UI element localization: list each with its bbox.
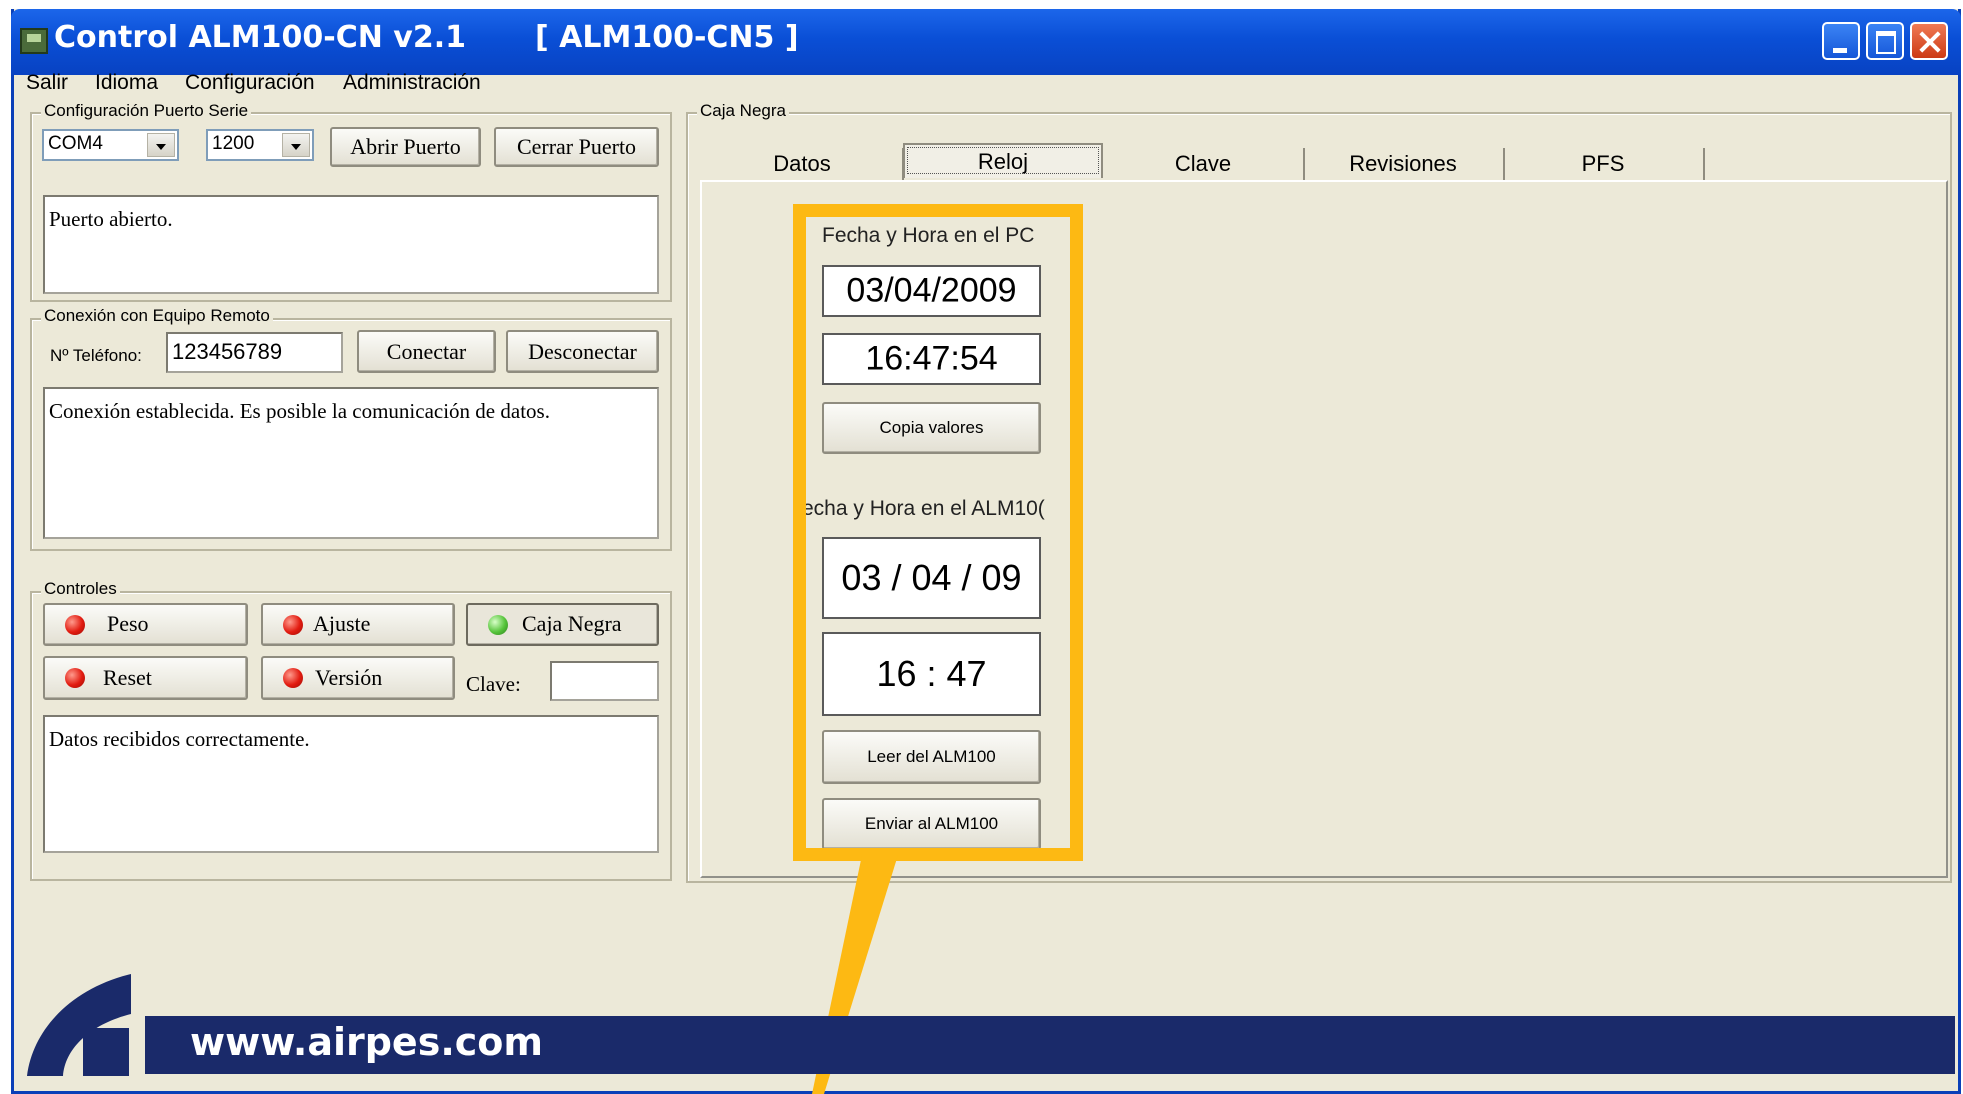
chevron-down-icon[interactable]: [147, 133, 175, 157]
controls-status-box: Datos recibidos correctamente.: [43, 715, 659, 853]
menu-configuracion[interactable]: Configuración: [185, 71, 315, 95]
port-select-value: COM4: [48, 133, 103, 154]
tab-reloj[interactable]: Reloj: [903, 143, 1103, 178]
serial-status-box: Puerto abierto.: [43, 195, 659, 294]
tab-clave-label: Clave: [1174, 151, 1232, 176]
remote-status-box: Conexión establecida. Es posible la comu…: [43, 387, 659, 539]
status-led-icon: [283, 668, 303, 688]
app-icon[interactable]: [20, 28, 48, 54]
disconnect-button[interactable]: Desconectar: [506, 330, 659, 373]
ajuste-label: Ajuste: [313, 611, 371, 636]
reset-label: Reset: [103, 665, 152, 690]
phone-input[interactable]: 123456789: [166, 332, 343, 373]
connect-label: Conectar: [386, 338, 467, 364]
serial-port-group-label: Configuración Puerto Serie: [41, 101, 252, 121]
menu-idioma[interactable]: Idioma: [95, 71, 158, 95]
peso-button[interactable]: Peso: [43, 603, 248, 646]
caja-negra-button[interactable]: Caja Negra: [466, 603, 659, 646]
menu-administracion[interactable]: Administración: [343, 71, 481, 95]
phone-label: Nº Teléfono:: [50, 346, 142, 365]
menu-bar: Salir Idioma Configuración Administració…: [14, 66, 1958, 100]
logo-block: [83, 1028, 129, 1076]
callout-highlight-box: [793, 204, 1083, 861]
baud-select-value: 1200: [212, 133, 255, 154]
controls-group-label: Controles: [41, 579, 120, 599]
close-icon[interactable]: [1910, 22, 1948, 60]
baud-select[interactable]: 1200: [206, 129, 314, 161]
caja-negra-label: Caja Negra: [522, 611, 622, 636]
open-port-button[interactable]: Abrir Puerto: [330, 127, 481, 167]
tab-revisiones-label: Revisiones: [1349, 151, 1457, 176]
device-tag: [ ALM100-CN5 ]: [535, 20, 799, 55]
tab-datos[interactable]: Datos: [702, 144, 904, 181]
reset-button[interactable]: Reset: [43, 656, 248, 700]
status-led-icon: [283, 614, 303, 635]
window-title: Control ALM100-CN v2.1: [54, 20, 466, 55]
remote-connection-group-label: Conexión con Equipo Remoto: [41, 306, 273, 326]
phone-input-value: 123456789: [172, 339, 283, 364]
key-input[interactable]: [550, 661, 659, 701]
open-port-label: Abrir Puerto: [350, 134, 461, 159]
chevron-down-icon[interactable]: [282, 133, 310, 157]
tab-clave[interactable]: Clave: [1103, 144, 1305, 181]
tab-pfs[interactable]: PFS: [1503, 144, 1705, 181]
connect-button[interactable]: Conectar: [357, 330, 496, 373]
disconnect-label: Desconectar: [528, 338, 637, 364]
menu-salir[interactable]: Salir: [26, 71, 68, 95]
status-led-icon: [488, 614, 508, 635]
minimize-icon[interactable]: [1822, 22, 1860, 60]
status-led-icon: [65, 668, 85, 688]
black-box-group-label: Caja Negra: [697, 101, 789, 121]
key-label: Clave:: [466, 672, 521, 696]
tab-separator: [1703, 148, 1705, 180]
version-label: Versión: [315, 665, 383, 690]
airpes-logo-icon: [27, 974, 131, 1076]
footer-url[interactable]: www.airpes.com: [190, 1020, 543, 1064]
serial-status-text: Puerto abierto.: [49, 207, 173, 231]
controls-status-text: Datos recibidos correctamente.: [49, 727, 310, 751]
ajuste-button[interactable]: Ajuste: [261, 603, 455, 646]
port-select[interactable]: COM4: [42, 129, 179, 161]
version-button[interactable]: Versión: [261, 656, 455, 700]
tab-reloj-label: Reloj: [977, 149, 1029, 174]
maximize-icon[interactable]: [1866, 22, 1904, 60]
remote-status-text: Conexión establecida. Es posible la comu…: [49, 399, 550, 423]
peso-label: Peso: [107, 611, 149, 636]
tab-pfs-label: PFS: [1581, 151, 1625, 176]
close-port-label: Cerrar Puerto: [516, 134, 637, 159]
close-port-button[interactable]: Cerrar Puerto: [494, 127, 659, 167]
status-led-icon: [65, 614, 85, 635]
tab-revisiones[interactable]: Revisiones: [1303, 144, 1505, 181]
tab-datos-label: Datos: [773, 151, 831, 176]
